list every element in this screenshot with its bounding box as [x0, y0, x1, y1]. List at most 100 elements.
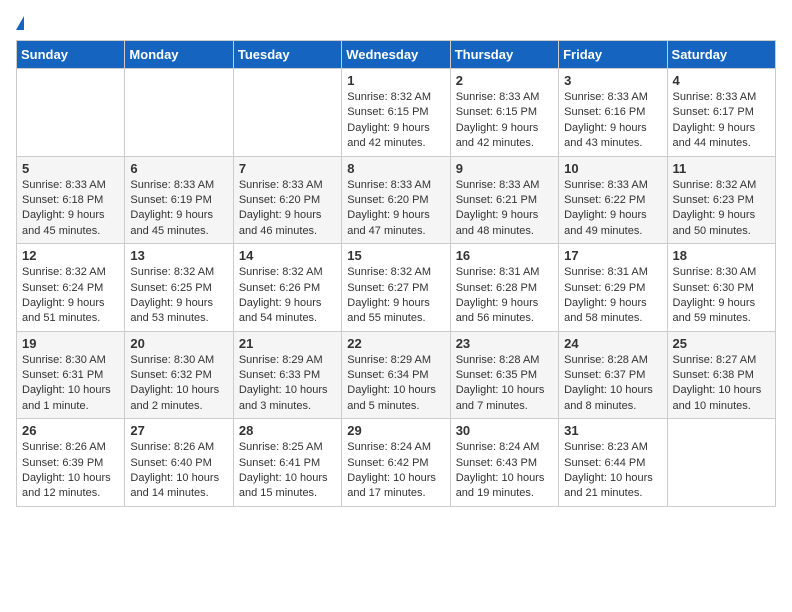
calendar-cell: 1Sunrise: 8:32 AM Sunset: 6:15 PM Daylig…	[342, 69, 450, 157]
day-of-week-header: Thursday	[450, 41, 558, 69]
calendar-week-row: 1Sunrise: 8:32 AM Sunset: 6:15 PM Daylig…	[17, 69, 776, 157]
day-number: 14	[239, 248, 336, 263]
day-number: 4	[673, 73, 770, 88]
day-of-week-header: Sunday	[17, 41, 125, 69]
calendar-week-row: 12 Sunrise: 8:32 AM Sunset: 6:24 PM Dayli…	[17, 244, 776, 332]
day-info: Sunrise: 8:33 AM Sunset: 6:20 PM Dayligh…	[347, 178, 444, 240]
day-number: 31	[564, 423, 661, 438]
day-number: 27	[130, 423, 227, 438]
day-number: 18	[673, 248, 770, 263]
calendar-cell: 12 Sunrise: 8:32 AM Sunset: 6:24 PM Dayli…	[17, 244, 125, 332]
day-of-week-header: Saturday	[667, 41, 775, 69]
calendar-cell: 10Sunrise: 8:33 AM Sunset: 6:22 PM Dayli…	[559, 156, 667, 244]
calendar-cell: 27 Sunrise: 8:26 AM Sunset: 6:40 PM Dayli…	[125, 419, 233, 507]
day-info: Sunrise: 8:33 AM Sunset: 6:21 PM Dayligh…	[456, 178, 553, 240]
calendar-cell: 16 Sunrise: 8:31 AM Sunset: 6:28 PM Dayli…	[450, 244, 558, 332]
day-number: 7	[239, 161, 336, 176]
day-number: 2	[456, 73, 553, 88]
day-info: Sunrise: 8:25 AM Sunset: 6:41 PM Dayligh…	[239, 440, 336, 502]
day-info: Sunrise: 8:33 AM Sunset: 6:19 PM Dayligh…	[130, 178, 227, 240]
calendar-cell: 31 Sunrise: 8:23 AM Sunset: 6:44 PM Dayli…	[559, 419, 667, 507]
calendar-cell: 24Sunrise: 8:28 AM Sunset: 6:37 PM Dayli…	[559, 331, 667, 419]
day-info: Sunrise: 8:33 AM Sunset: 6:18 PM Dayligh…	[22, 178, 119, 240]
calendar-cell: 26Sunrise: 8:26 AM Sunset: 6:39 PM Dayli…	[17, 419, 125, 507]
calendar-table: SundayMondayTuesdayWednesdayThursdayFrid…	[16, 40, 776, 507]
day-info: Sunrise: 8:24 AM Sunset: 6:42 PM Dayligh…	[347, 440, 444, 502]
day-info: Sunrise: 8:29 AM Sunset: 6:33 PM Dayligh…	[239, 353, 336, 415]
calendar-cell: 13 Sunrise: 8:32 AM Sunset: 6:25 PM Dayli…	[125, 244, 233, 332]
day-number: 29	[347, 423, 444, 438]
calendar-cell: 6 Sunrise: 8:33 AM Sunset: 6:19 PM Daylig…	[125, 156, 233, 244]
day-info: Sunrise: 8:26 AM Sunset: 6:40 PM Dayligh…	[130, 440, 227, 502]
logo	[16, 16, 28, 30]
day-info: Sunrise: 8:32 AM Sunset: 6:26 PM Dayligh…	[239, 265, 336, 327]
day-number: 3	[564, 73, 661, 88]
calendar-cell	[17, 69, 125, 157]
logo-triangle-icon	[16, 16, 24, 30]
day-number: 8	[347, 161, 444, 176]
day-number: 19	[22, 336, 119, 351]
day-number: 5	[22, 161, 119, 176]
day-number: 20	[130, 336, 227, 351]
day-info: Sunrise: 8:32 AM Sunset: 6:23 PM Dayligh…	[673, 178, 770, 240]
day-info: Sunrise: 8:23 AM Sunset: 6:44 PM Dayligh…	[564, 440, 661, 502]
day-info: Sunrise: 8:28 AM Sunset: 6:35 PM Dayligh…	[456, 353, 553, 415]
day-info: Sunrise: 8:32 AM Sunset: 6:15 PM Dayligh…	[347, 90, 444, 152]
day-number: 6	[130, 161, 227, 176]
calendar-cell: 11 Sunrise: 8:32 AM Sunset: 6:23 PM Dayli…	[667, 156, 775, 244]
day-number: 30	[456, 423, 553, 438]
day-info: Sunrise: 8:31 AM Sunset: 6:29 PM Dayligh…	[564, 265, 661, 327]
day-number: 26	[22, 423, 119, 438]
day-info: Sunrise: 8:32 AM Sunset: 6:25 PM Dayligh…	[130, 265, 227, 327]
day-number: 16	[456, 248, 553, 263]
calendar-cell: 30 Sunrise: 8:24 AM Sunset: 6:43 PM Dayli…	[450, 419, 558, 507]
day-number: 11	[673, 161, 770, 176]
calendar-cell	[233, 69, 341, 157]
day-info: Sunrise: 8:24 AM Sunset: 6:43 PM Dayligh…	[456, 440, 553, 502]
day-of-week-header: Friday	[559, 41, 667, 69]
day-info: Sunrise: 8:33 AM Sunset: 6:17 PM Dayligh…	[673, 90, 770, 152]
day-info: Sunrise: 8:31 AM Sunset: 6:28 PM Dayligh…	[456, 265, 553, 327]
calendar-cell: 14 Sunrise: 8:32 AM Sunset: 6:26 PM Dayli…	[233, 244, 341, 332]
calendar-cell: 4 Sunrise: 8:33 AM Sunset: 6:17 PM Daylig…	[667, 69, 775, 157]
day-number: 10	[564, 161, 661, 176]
day-of-week-header: Monday	[125, 41, 233, 69]
calendar-cell	[667, 419, 775, 507]
calendar-cell: 5 Sunrise: 8:33 AM Sunset: 6:18 PM Daylig…	[17, 156, 125, 244]
page-header	[16, 16, 776, 30]
calendar-cell: 8 Sunrise: 8:33 AM Sunset: 6:20 PM Daylig…	[342, 156, 450, 244]
calendar-week-row: 5 Sunrise: 8:33 AM Sunset: 6:18 PM Daylig…	[17, 156, 776, 244]
day-info: Sunrise: 8:30 AM Sunset: 6:31 PM Dayligh…	[22, 353, 119, 415]
day-info: Sunrise: 8:33 AM Sunset: 6:16 PM Dayligh…	[564, 90, 661, 152]
calendar-cell: 9 Sunrise: 8:33 AM Sunset: 6:21 PM Daylig…	[450, 156, 558, 244]
calendar-cell: 15Sunrise: 8:32 AM Sunset: 6:27 PM Dayli…	[342, 244, 450, 332]
day-info: Sunrise: 8:29 AM Sunset: 6:34 PM Dayligh…	[347, 353, 444, 415]
calendar-cell: 28Sunrise: 8:25 AM Sunset: 6:41 PM Dayli…	[233, 419, 341, 507]
calendar-week-row: 19 Sunrise: 8:30 AM Sunset: 6:31 PM Dayli…	[17, 331, 776, 419]
day-number: 12	[22, 248, 119, 263]
day-number: 9	[456, 161, 553, 176]
calendar-cell: 7 Sunrise: 8:33 AM Sunset: 6:20 PM Daylig…	[233, 156, 341, 244]
day-info: Sunrise: 8:33 AM Sunset: 6:20 PM Dayligh…	[239, 178, 336, 240]
day-info: Sunrise: 8:30 AM Sunset: 6:30 PM Dayligh…	[673, 265, 770, 327]
day-info: Sunrise: 8:32 AM Sunset: 6:24 PM Dayligh…	[22, 265, 119, 327]
calendar-week-row: 26Sunrise: 8:26 AM Sunset: 6:39 PM Dayli…	[17, 419, 776, 507]
calendar-header-row: SundayMondayTuesdayWednesdayThursdayFrid…	[17, 41, 776, 69]
day-number: 13	[130, 248, 227, 263]
day-number: 17	[564, 248, 661, 263]
day-info: Sunrise: 8:33 AM Sunset: 6:15 PM Dayligh…	[456, 90, 553, 152]
calendar-cell: 17 Sunrise: 8:31 AM Sunset: 6:29 PM Dayli…	[559, 244, 667, 332]
calendar-cell: 19 Sunrise: 8:30 AM Sunset: 6:31 PM Dayli…	[17, 331, 125, 419]
calendar-cell: 18 Sunrise: 8:30 AM Sunset: 6:30 PM Dayli…	[667, 244, 775, 332]
logo-blue-text	[16, 16, 28, 30]
calendar-cell: 3 Sunrise: 8:33 AM Sunset: 6:16 PM Daylig…	[559, 69, 667, 157]
calendar-cell: 22Sunrise: 8:29 AM Sunset: 6:34 PM Dayli…	[342, 331, 450, 419]
calendar-cell: 23 Sunrise: 8:28 AM Sunset: 6:35 PM Dayli…	[450, 331, 558, 419]
calendar-cell	[125, 69, 233, 157]
day-number: 23	[456, 336, 553, 351]
day-number: 24	[564, 336, 661, 351]
day-info: Sunrise: 8:32 AM Sunset: 6:27 PM Dayligh…	[347, 265, 444, 327]
day-info: Sunrise: 8:27 AM Sunset: 6:38 PM Dayligh…	[673, 353, 770, 415]
calendar-cell: 29 Sunrise: 8:24 AM Sunset: 6:42 PM Dayli…	[342, 419, 450, 507]
calendar-cell: 21Sunrise: 8:29 AM Sunset: 6:33 PM Dayli…	[233, 331, 341, 419]
